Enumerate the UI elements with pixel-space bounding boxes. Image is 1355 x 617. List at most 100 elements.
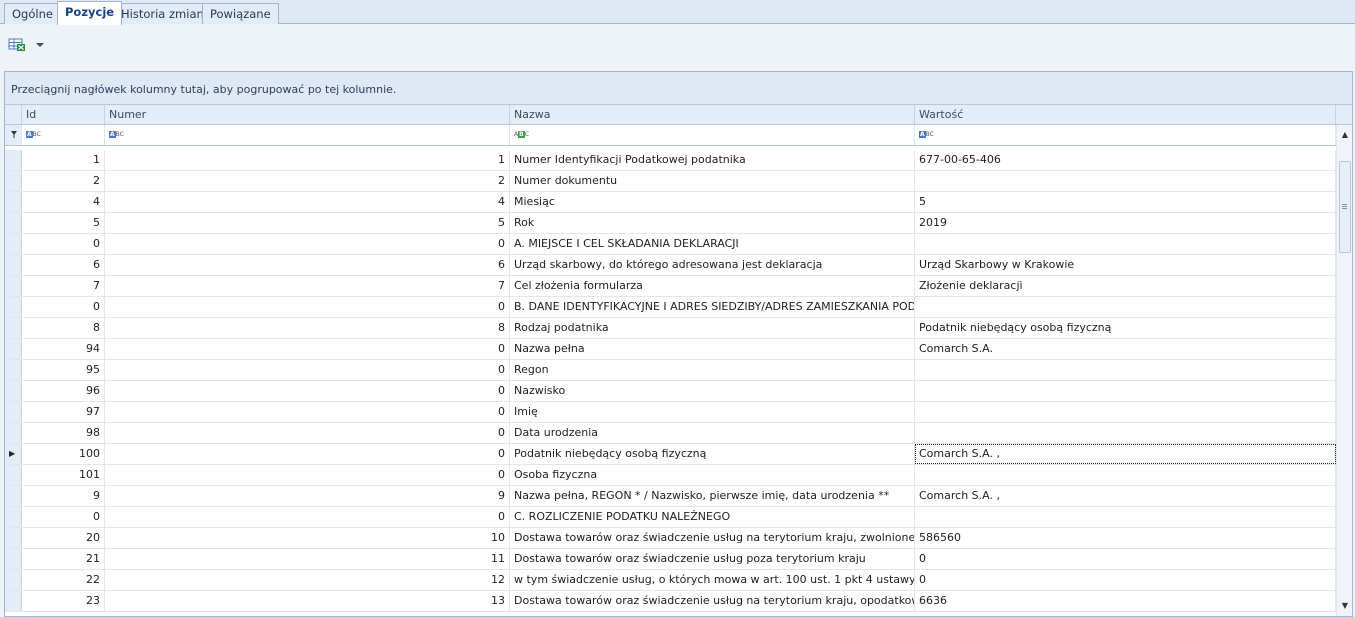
cell-numer[interactable]: 0 bbox=[105, 360, 510, 380]
cell-numer[interactable]: 9 bbox=[105, 486, 510, 506]
table-row[interactable]: 0 0 A. MIEJSCE I CEL SKŁADANIA DEKLARACJI bbox=[5, 234, 1336, 255]
cell-id[interactable]: 8 bbox=[22, 318, 105, 338]
cell-numer[interactable]: 11 bbox=[105, 549, 510, 569]
cell-numer[interactable]: 5 bbox=[105, 213, 510, 233]
cell-numer[interactable]: 0 bbox=[105, 402, 510, 422]
cell-wartosc[interactable]: Comarch S.A. , bbox=[915, 486, 1336, 506]
row-indicator[interactable] bbox=[5, 423, 22, 443]
cell-wartosc[interactable] bbox=[915, 171, 1336, 191]
cell-numer[interactable]: 0 bbox=[105, 507, 510, 527]
row-indicator[interactable] bbox=[5, 549, 22, 569]
cell-id[interactable]: 94 bbox=[22, 339, 105, 359]
row-indicator[interactable] bbox=[5, 234, 22, 254]
table-row[interactable]: 1 1 Numer Identyfikacji Podatkowej podatni… bbox=[5, 150, 1336, 171]
cell-id[interactable]: 0 bbox=[22, 234, 105, 254]
filter-cell-numer[interactable]: ABC bbox=[105, 125, 510, 145]
row-indicator[interactable] bbox=[5, 465, 22, 485]
row-indicator[interactable]: ▶ bbox=[5, 444, 22, 464]
table-row[interactable]: 5 5 Rok 2019 bbox=[5, 213, 1336, 234]
cell-nazwa[interactable]: Podatnik niebędący osobą fizyczną bbox=[510, 444, 915, 464]
cell-numer[interactable]: 1 bbox=[105, 150, 510, 170]
cell-nazwa[interactable]: Dostawa towarów oraz świadczenie usług p… bbox=[510, 549, 915, 569]
row-indicator[interactable] bbox=[5, 402, 22, 422]
row-indicator[interactable] bbox=[5, 276, 22, 296]
cell-id[interactable]: 101 bbox=[22, 465, 105, 485]
cell-id[interactable]: 21 bbox=[22, 549, 105, 569]
cell-wartosc[interactable] bbox=[915, 507, 1336, 527]
column-header-wartosc[interactable]: Wartość bbox=[915, 105, 1336, 124]
cell-wartosc[interactable]: Urząd Skarbowy w Krakowie bbox=[915, 255, 1336, 275]
table-row[interactable]: 7 7 Cel złożenia formularza Złożenie deklar… bbox=[5, 276, 1336, 297]
cell-nazwa[interactable]: Osoba fizyczna bbox=[510, 465, 915, 485]
table-row[interactable]: 21 11 Dostawa towarów oraz świadczenie usł… bbox=[5, 549, 1336, 570]
cell-wartosc[interactable]: 586560 bbox=[915, 528, 1336, 548]
row-indicator[interactable] bbox=[5, 570, 22, 590]
filter-cell-nazwa[interactable]: ABC bbox=[510, 125, 915, 145]
vertical-scrollbar[interactable]: ▲ ▼ bbox=[1336, 125, 1352, 616]
cell-id[interactable]: 6 bbox=[22, 255, 105, 275]
tab-ogolne[interactable]: Ogólne bbox=[4, 3, 61, 24]
chevron-down-icon[interactable] bbox=[34, 40, 46, 50]
cell-wartosc[interactable] bbox=[915, 360, 1336, 380]
cell-numer[interactable]: 4 bbox=[105, 192, 510, 212]
cell-id[interactable]: 0 bbox=[22, 507, 105, 527]
cell-numer[interactable]: 6 bbox=[105, 255, 510, 275]
cell-nazwa[interactable]: Cel złożenia formularza bbox=[510, 276, 915, 296]
group-by-panel[interactable]: Przeciągnij nagłówek kolumny tutaj, aby … bbox=[5, 72, 1352, 105]
cell-numer[interactable]: 8 bbox=[105, 318, 510, 338]
cell-nazwa[interactable]: Miesiąc bbox=[510, 192, 915, 212]
cell-numer[interactable]: 10 bbox=[105, 528, 510, 548]
column-header-numer[interactable]: Numer bbox=[105, 105, 510, 124]
scrollbar-thumb[interactable] bbox=[1339, 161, 1351, 253]
cell-nazwa[interactable]: Nazwa pełna bbox=[510, 339, 915, 359]
cell-id[interactable]: 23 bbox=[22, 591, 105, 611]
row-indicator[interactable] bbox=[5, 297, 22, 317]
row-indicator[interactable] bbox=[5, 318, 22, 338]
cell-wartosc[interactable]: 677-00-65-406 bbox=[915, 150, 1336, 170]
export-button[interactable] bbox=[8, 35, 48, 55]
cell-wartosc[interactable]: Podatnik niebędący osobą fizyczną bbox=[915, 318, 1336, 338]
cell-nazwa[interactable]: B. DANE IDENTYFIKACYJNE I ADRES SIEDZIBY… bbox=[510, 297, 915, 317]
cell-numer[interactable]: 0 bbox=[105, 339, 510, 359]
cell-numer[interactable]: 0 bbox=[105, 297, 510, 317]
cell-nazwa[interactable]: Dostawa towarów oraz świadczenie usług n… bbox=[510, 528, 915, 548]
row-indicator[interactable] bbox=[5, 192, 22, 212]
cell-wartosc[interactable] bbox=[915, 465, 1336, 485]
table-row[interactable]: 8 8 Rodzaj podatnika Podatnik niebędący oso… bbox=[5, 318, 1336, 339]
filter-cell-wartosc[interactable]: ABC bbox=[915, 125, 1336, 145]
cell-nazwa[interactable]: Urząd skarbowy, do którego adresowana je… bbox=[510, 255, 915, 275]
cell-id[interactable]: 100 bbox=[22, 444, 105, 464]
cell-nazwa[interactable]: Numer Identyfikacji Podatkowej podatnika bbox=[510, 150, 915, 170]
cell-nazwa[interactable]: A. MIEJSCE I CEL SKŁADANIA DEKLARACJI bbox=[510, 234, 915, 254]
table-row[interactable]: 101 0 Osoba fizyczna bbox=[5, 465, 1336, 486]
table-row[interactable]: 94 0 Nazwa pełna Comarch S.A. bbox=[5, 339, 1336, 360]
cell-id[interactable]: 5 bbox=[22, 213, 105, 233]
scroll-down-arrow[interactable]: ▼ bbox=[1337, 597, 1352, 613]
table-row[interactable]: 6 6 Urząd skarbowy, do którego adresowana … bbox=[5, 255, 1336, 276]
row-indicator[interactable] bbox=[5, 360, 22, 380]
row-indicator[interactable] bbox=[5, 255, 22, 275]
cell-wartosc[interactable]: Comarch S.A. bbox=[915, 339, 1336, 359]
table-row[interactable]: ▶ 100 0 Podatnik niebędący osobą fizyczną Co… bbox=[5, 444, 1336, 465]
row-indicator[interactable] bbox=[5, 507, 22, 527]
table-row[interactable]: 2 2 Numer dokumentu bbox=[5, 171, 1336, 192]
row-indicator[interactable] bbox=[5, 339, 22, 359]
cell-wartosc[interactable]: 0 bbox=[915, 570, 1336, 590]
table-row[interactable]: 95 0 Regon bbox=[5, 360, 1336, 381]
cell-nazwa[interactable]: Regon bbox=[510, 360, 915, 380]
cell-nazwa[interactable]: Data urodzenia bbox=[510, 423, 915, 443]
table-row[interactable]: 96 0 Nazwisko bbox=[5, 381, 1336, 402]
column-header-id[interactable]: Id bbox=[22, 105, 105, 124]
cell-nazwa[interactable]: Rodzaj podatnika bbox=[510, 318, 915, 338]
table-row[interactable]: 23 13 Dostawa towarów oraz świadczenie usł… bbox=[5, 591, 1336, 612]
table-row[interactable]: 98 0 Data urodzenia bbox=[5, 423, 1336, 444]
cell-id[interactable]: 20 bbox=[22, 528, 105, 548]
cell-nazwa[interactable]: Nazwisko bbox=[510, 381, 915, 401]
table-row[interactable]: 0 0 B. DANE IDENTYFIKACYJNE I ADRES SIEDZI… bbox=[5, 297, 1336, 318]
cell-numer[interactable]: 7 bbox=[105, 276, 510, 296]
cell-nazwa[interactable]: w tym świadczenie usług, o których mowa … bbox=[510, 570, 915, 590]
table-row[interactable]: 22 12 w tym świadczenie usług, o których m… bbox=[5, 570, 1336, 591]
row-indicator[interactable] bbox=[5, 381, 22, 401]
cell-numer[interactable]: 0 bbox=[105, 465, 510, 485]
cell-nazwa[interactable]: C. ROZLICZENIE PODATKU NALEŻNEGO bbox=[510, 507, 915, 527]
